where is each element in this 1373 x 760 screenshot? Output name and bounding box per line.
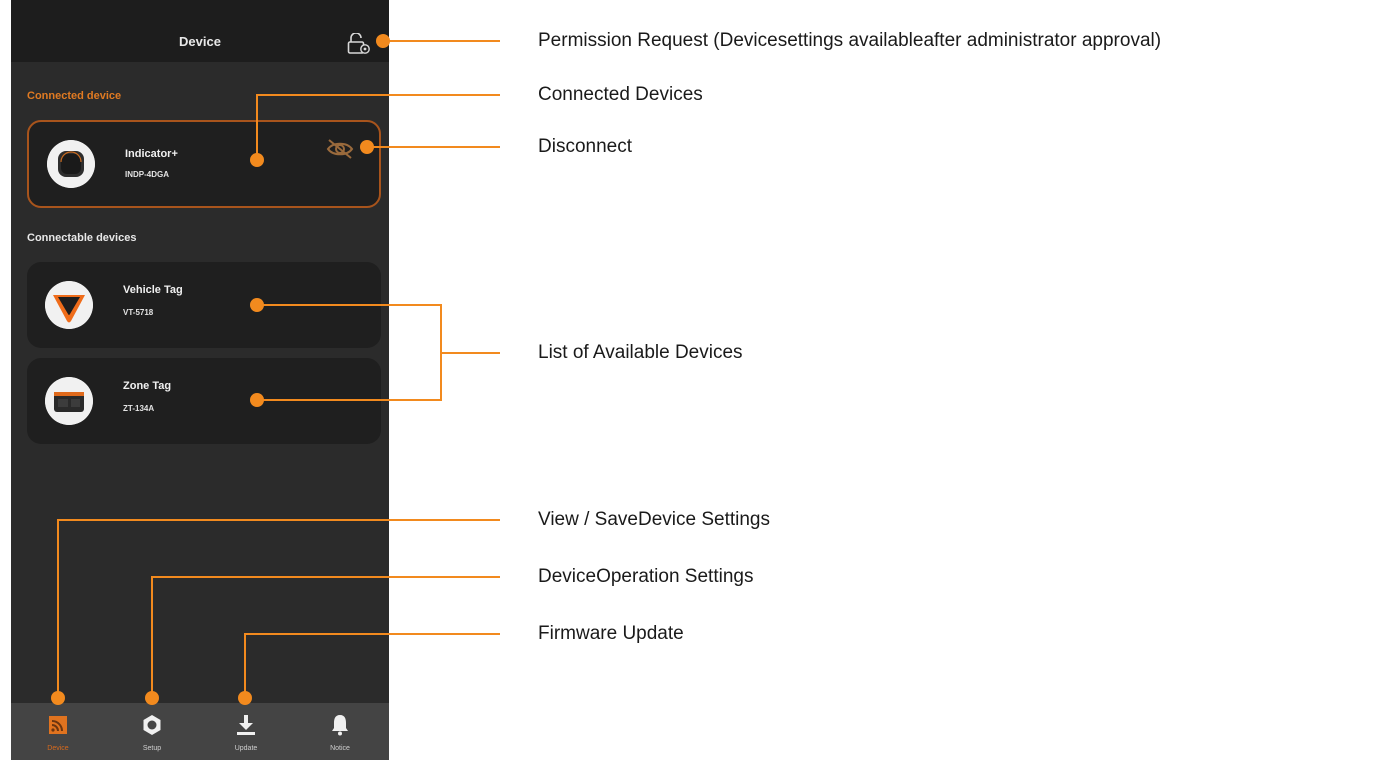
device-avatar: [47, 140, 95, 188]
callout-available-devices: List of Available Devices: [538, 342, 743, 363]
page-title: Device: [179, 34, 221, 49]
connected-device-card[interactable]: Indicator+ INDP-4DGA: [27, 120, 381, 208]
device-name: Zone Tag: [123, 380, 172, 392]
device-name: Indicator+: [125, 148, 178, 160]
disconnect-icon[interactable]: [325, 138, 355, 160]
phone-screen: Device Connected device Indicator+ INDP-…: [11, 0, 389, 760]
callout-operation-settings: DeviceOperation Settings: [538, 566, 754, 587]
callout-disconnect: Disconnect: [538, 136, 632, 157]
nav-label: Update: [234, 745, 258, 752]
device-code: ZT-134A: [123, 404, 155, 413]
device-avatar: [45, 377, 93, 425]
device-code: VT-5718: [123, 308, 154, 317]
bell-icon: [332, 715, 348, 736]
app-header: Device: [11, 0, 389, 62]
device-card-vehicle-tag[interactable]: Vehicle Tag VT-5718: [27, 262, 381, 348]
section-connectable-label: Connectable devices: [27, 232, 137, 244]
nav-device[interactable]: Device: [11, 703, 105, 760]
hexagon-settings-icon: [143, 715, 161, 735]
callout-view-save-settings: View / SaveDevice Settings: [538, 509, 770, 530]
device-code: INDP-4DGA: [125, 170, 170, 179]
nav-label: Notice: [330, 745, 350, 752]
bottom-nav: Device Setup Update Notice: [11, 703, 389, 760]
device-name: Vehicle Tag: [123, 284, 183, 296]
nav-label: Setup: [142, 745, 162, 752]
callout-firmware-update: Firmware Update: [538, 623, 684, 644]
callout-connected-devices: Connected Devices: [538, 84, 703, 105]
nav-notice[interactable]: Notice: [293, 703, 387, 760]
nav-update[interactable]: Update: [199, 703, 293, 760]
device-avatar: [45, 281, 93, 329]
lock-icon[interactable]: [347, 33, 371, 55]
download-icon: [237, 715, 255, 735]
section-connected-label: Connected device: [27, 90, 122, 102]
callout-permission-request: Permission Request (Devicesettings avail…: [538, 30, 1162, 51]
device-card-zone-tag[interactable]: Zone Tag ZT-134A: [27, 358, 381, 444]
nav-setup[interactable]: Setup: [105, 703, 199, 760]
nav-label: Device: [47, 745, 69, 752]
device-icon: [49, 716, 67, 734]
